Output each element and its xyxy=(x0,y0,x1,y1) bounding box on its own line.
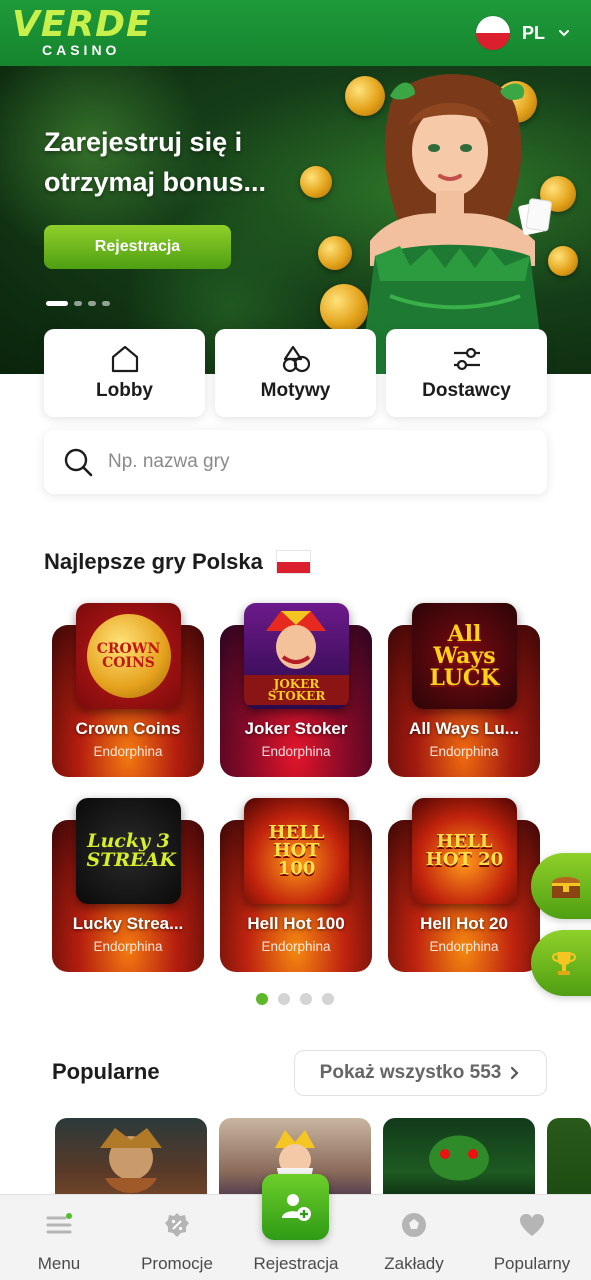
game-thumbnail: CROWN COINS xyxy=(76,603,181,709)
shapes-icon xyxy=(282,345,310,373)
game-search xyxy=(44,430,547,494)
nav-bets[interactable]: Zakłady xyxy=(374,1195,454,1280)
game-logo-text: HELL HOT 20 xyxy=(425,831,504,870)
home-icon xyxy=(111,345,138,373)
hero-register-button[interactable]: Rejestracja xyxy=(44,225,231,269)
nav-label: Zakłady xyxy=(384,1254,444,1273)
game-tile-lucky-streak[interactable]: Lucky 3 STREAK Lucky Strea... Endorphina xyxy=(52,798,204,972)
nav-menu[interactable]: Menu xyxy=(20,1195,98,1280)
nav-label: Promocje xyxy=(141,1254,213,1273)
game-tile-hell-hot-20[interactable]: HELL HOT 20 Hell Hot 20 Endorphina xyxy=(388,798,540,972)
heart-icon xyxy=(520,1214,544,1236)
sliders-icon xyxy=(453,347,480,371)
hero-banner[interactable]: Zarejestruj się i otrzymaj bonus... Reje… xyxy=(0,66,591,374)
show-all-button[interactable]: Pokaż wszystko 553 xyxy=(294,1050,547,1096)
game-thumbnail: HELL HOT 20 xyxy=(412,798,517,904)
game-title: Joker Stoker xyxy=(244,719,348,738)
casino-home-page: VERDE CASINO PL Zarejestruj się i otrzym… xyxy=(0,0,591,1280)
game-logo-text: HELL HOT 100 xyxy=(268,822,325,879)
side-trophy-button[interactable] xyxy=(531,930,591,996)
pagination-dot-active[interactable] xyxy=(256,993,268,1005)
treasure-chest-icon xyxy=(552,877,580,898)
game-title: Lucky Strea... xyxy=(72,914,184,933)
game-title: Hell Hot 100 xyxy=(247,914,345,933)
chevron-down-icon xyxy=(559,30,569,37)
category-label: Lobby xyxy=(96,380,153,401)
top-header: VERDE CASINO PL xyxy=(0,0,591,66)
game-title: Crown Coins xyxy=(75,719,181,738)
logo-subtitle: CASINO xyxy=(42,42,121,58)
game-logo-text: JOKER STOKER xyxy=(244,675,349,705)
top-games-pagination xyxy=(256,993,334,1005)
category-label: Dostawcy xyxy=(422,380,511,401)
game-logo-text: All Ways LUCK xyxy=(429,621,500,691)
game-thumbnail: HELL HOT 100 xyxy=(244,798,349,904)
top-games-heading: Najlepsze gry Polska xyxy=(44,549,310,575)
show-all-label: Pokaż wszystko 553 xyxy=(319,1062,502,1083)
category-label: Motywy xyxy=(260,380,331,401)
game-provider: Endorphina xyxy=(93,744,163,759)
game-provider: Endorphina xyxy=(261,744,331,759)
section-title: Najlepsze gry Polska xyxy=(44,549,263,574)
nav-popular[interactable]: Popularny xyxy=(485,1195,579,1280)
nav-label: Menu xyxy=(37,1254,81,1273)
carousel-dot[interactable] xyxy=(102,301,110,306)
poland-flag-icon xyxy=(276,551,310,573)
trophy-icon xyxy=(552,952,576,975)
carousel-dot[interactable] xyxy=(88,301,96,306)
search-input[interactable] xyxy=(108,451,488,473)
poland-flag-icon xyxy=(475,16,510,50)
category-themes[interactable]: Motywy xyxy=(215,329,376,417)
carousel-dot-active[interactable] xyxy=(46,301,68,306)
game-thumbnail: Lucky 3 STREAK xyxy=(76,798,181,904)
verde-casino-logo[interactable]: VERDE CASINO xyxy=(12,6,152,60)
nav-label: Rejestracja xyxy=(253,1254,339,1273)
nav-label: Popularny xyxy=(493,1254,571,1273)
nav-promotions[interactable]: Promocje xyxy=(132,1195,222,1280)
game-tile-all-ways-luck[interactable]: All Ways LUCK All Ways Lu... Endorphina xyxy=(388,603,540,777)
carousel-dot[interactable] xyxy=(74,301,82,306)
game-provider: Endorphina xyxy=(429,939,499,954)
game-logo-text: Lucky 3 STREAK xyxy=(86,830,176,871)
hero-headline: Zarejestruj się i otrzymaj bonus... xyxy=(44,127,267,197)
game-provider: Endorphina xyxy=(261,939,331,954)
hero-carousel-dots xyxy=(46,301,110,306)
chevron-right-icon xyxy=(511,1066,519,1080)
language-selector[interactable]: PL xyxy=(475,14,571,52)
side-treasure-button[interactable] xyxy=(531,853,591,919)
joker-face-icon xyxy=(266,611,326,669)
game-thumbnail: All Ways LUCK xyxy=(412,603,517,709)
popular-heading: Popularne xyxy=(52,1059,160,1084)
logo-wordmark: VERDE xyxy=(12,4,152,45)
game-logo-text: CROWN COINS xyxy=(96,641,161,671)
promo-badge-icon xyxy=(165,1213,189,1237)
game-tile-crown-coins[interactable]: CROWN COINS Crown Coins Endorphina xyxy=(52,603,204,777)
search-icon xyxy=(64,448,93,477)
game-title: Hell Hot 20 xyxy=(420,914,508,933)
pagination-dot[interactable] xyxy=(300,993,312,1005)
game-tile-joker-stoker[interactable]: JOKER STOKER Joker Stoker Endorphina xyxy=(220,603,372,777)
menu-icon xyxy=(46,1213,72,1234)
category-lobby[interactable]: Lobby xyxy=(44,329,205,417)
nav-register-button[interactable] xyxy=(262,1174,329,1240)
game-tile-hell-hot-100[interactable]: HELL HOT 100 Hell Hot 100 Endorphina xyxy=(220,798,372,972)
game-provider: Endorphina xyxy=(429,744,499,759)
pagination-dot[interactable] xyxy=(278,993,290,1005)
category-providers[interactable]: Dostawcy xyxy=(386,329,547,417)
game-provider: Endorphina xyxy=(93,939,163,954)
game-title: All Ways Lu... xyxy=(409,719,519,738)
hero-character-illustration xyxy=(360,74,552,374)
add-user-icon xyxy=(281,1194,311,1221)
football-icon xyxy=(402,1213,426,1237)
language-code: PL xyxy=(521,22,545,43)
game-thumbnail: JOKER STOKER xyxy=(244,603,349,709)
category-tabs: Lobby Motywy Dostawcy xyxy=(44,329,547,417)
pagination-dot[interactable] xyxy=(322,993,334,1005)
